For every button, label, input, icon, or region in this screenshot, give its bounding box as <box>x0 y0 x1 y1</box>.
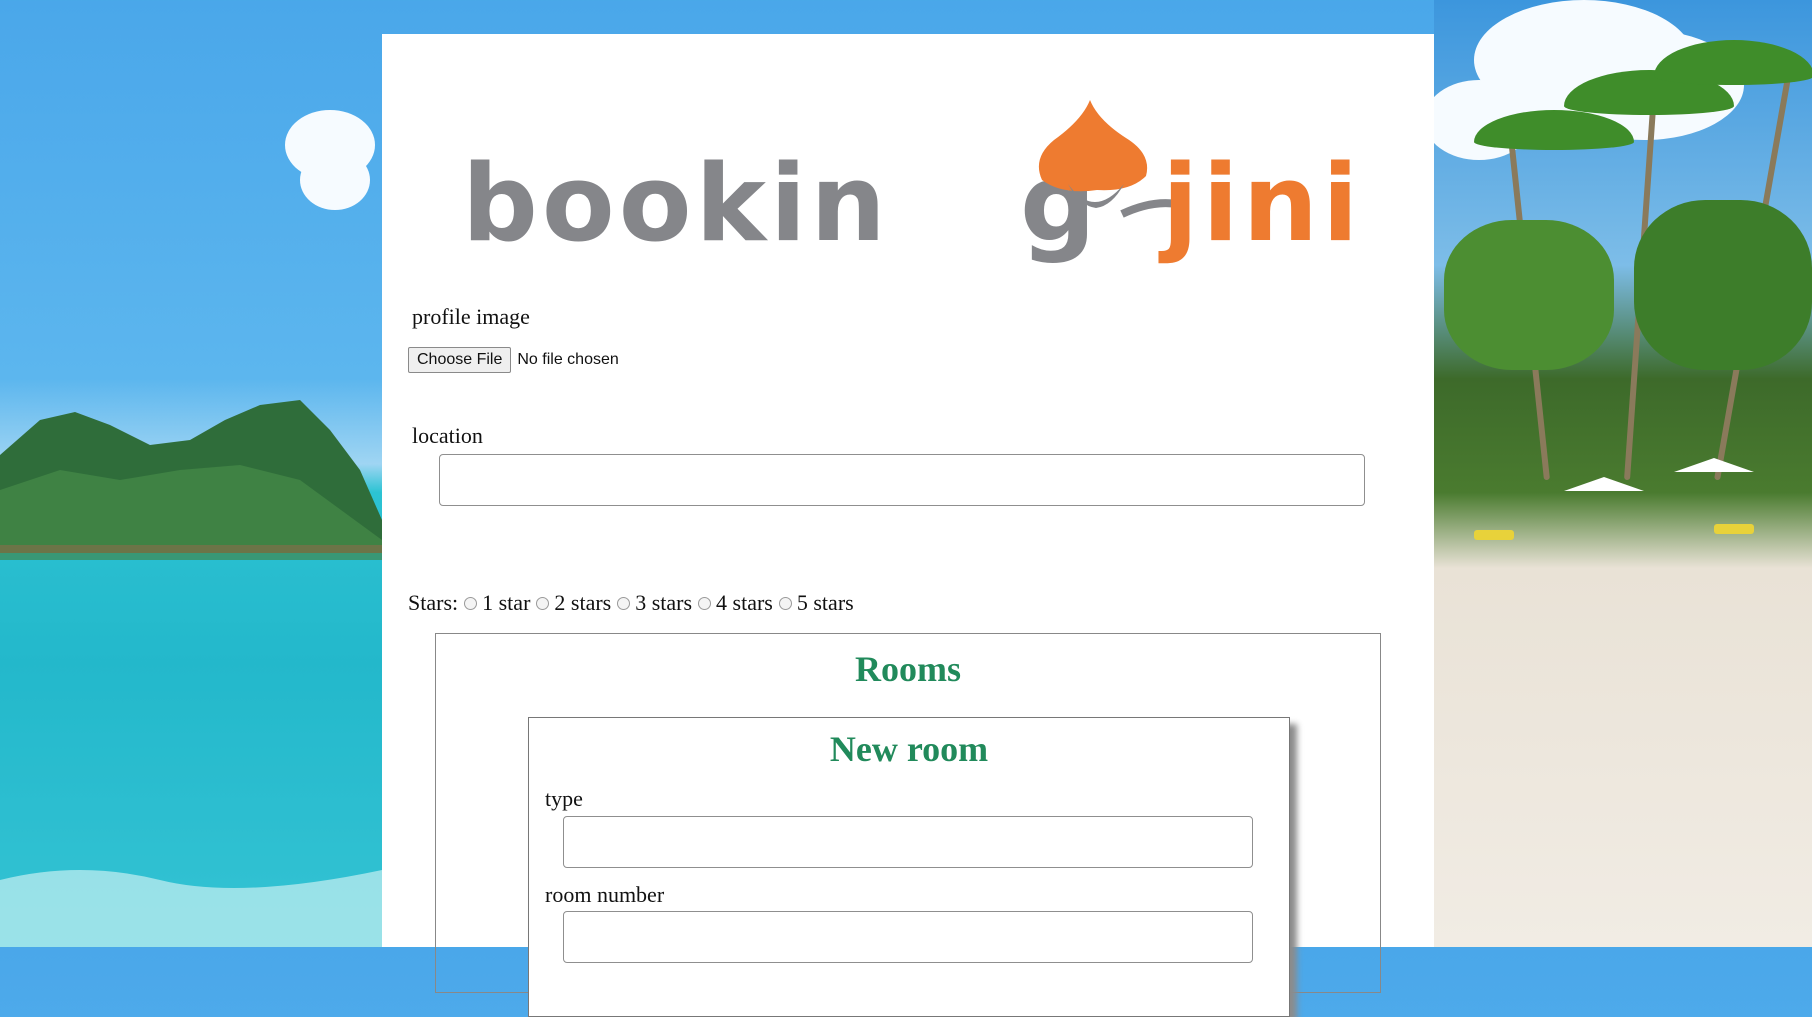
location-label: location <box>412 423 483 448</box>
profile-image-label: profile image <box>412 304 530 329</box>
star-radio-2[interactable] <box>536 596 550 610</box>
new-room-card: New room type room number <box>528 717 1290 1017</box>
new-room-title: New room <box>829 729 989 769</box>
file-upload-row: Choose File No file chosen <box>408 347 619 373</box>
choose-file-button[interactable]: Choose File <box>408 347 512 373</box>
star-option-3: 3 stars <box>635 590 693 615</box>
room-type-input[interactable] <box>563 816 1253 868</box>
star-option-5: 5 stars <box>796 590 854 615</box>
location-input[interactable] <box>439 454 1365 506</box>
beach-scenery <box>1424 0 1812 947</box>
room-type-label: type <box>545 786 583 811</box>
rooms-section: Rooms New room type room number <box>435 633 1381 1017</box>
room-number-input[interactable] <box>563 911 1253 963</box>
form-panel: bookin g jini profile image Choose File … <box>382 34 1434 1017</box>
file-status-text: No file chosen <box>517 351 619 368</box>
genie-turban-icon <box>1038 100 1148 192</box>
bookingjini-logo: bookin g jini <box>462 80 1382 280</box>
logo-text-jini: jini <box>1158 142 1362 265</box>
star-radio-5[interactable] <box>778 596 792 610</box>
star-option-2: 2 stars <box>554 590 612 615</box>
star-option-4: 4 stars <box>716 590 773 615</box>
rooms-title: Rooms <box>855 649 961 689</box>
star-option-1: 1 star <box>482 590 531 615</box>
logo-graphic: bookin g jini <box>462 100 1362 265</box>
stars-radio-group: Stars: 1 star 2 stars 3 stars 4 stars 5 … <box>408 590 854 616</box>
logo-text-booking: bookin <box>462 142 890 265</box>
room-number-label: room number <box>545 882 665 907</box>
stars-label: Stars: <box>408 590 459 615</box>
star-radio-3[interactable] <box>617 596 631 610</box>
star-radio-4[interactable] <box>698 596 712 610</box>
star-radio-1[interactable] <box>464 596 478 610</box>
